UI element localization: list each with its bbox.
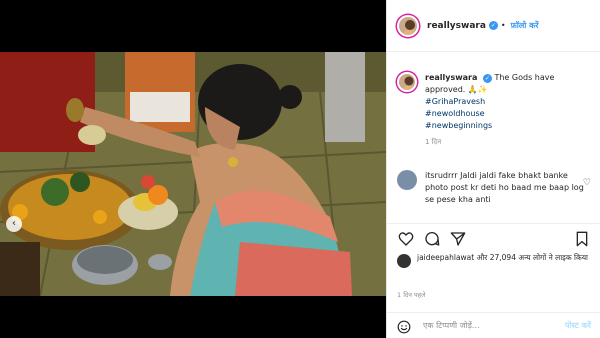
verified-badge-icon: ✓ bbox=[482, 74, 492, 83]
post-caption: reallyswara ✓ The Gods have approved. 🙏✨… bbox=[397, 72, 597, 148]
caption-username[interactable]: reallyswara bbox=[425, 73, 477, 82]
liker-avatar[interactable] bbox=[397, 254, 411, 268]
verified-badge-icon: ✓ bbox=[488, 21, 498, 30]
commenter-avatar[interactable] bbox=[397, 170, 417, 190]
emoji-icon[interactable] bbox=[397, 319, 411, 333]
hashtag-link[interactable]: #newoldhouse bbox=[425, 108, 597, 120]
chevron-left-icon[interactable]: ‹ bbox=[6, 216, 22, 232]
avatar[interactable] bbox=[397, 72, 417, 92]
comment-item: itsrudrrr Jaldi jaldi fake bhakt banke p… bbox=[397, 170, 597, 214]
dot-separator: • bbox=[500, 21, 506, 30]
username[interactable]: reallyswara bbox=[427, 21, 486, 31]
comment-icon[interactable] bbox=[423, 230, 441, 248]
add-comment-bar: एक टिप्पणी जोड़ें... पोस्ट करें bbox=[387, 312, 600, 338]
comment-input[interactable]: एक टिप्पणी जोड़ें... bbox=[423, 320, 565, 331]
comment-like-icon[interactable]: ♡ bbox=[583, 178, 591, 188]
post-header: reallyswara ✓ • फ़ॉलो करें bbox=[387, 0, 600, 52]
photo-illustration bbox=[0, 52, 386, 296]
share-icon[interactable] bbox=[449, 230, 467, 248]
comment-text: itsrudrrr Jaldi jaldi fake bhakt banke p… bbox=[425, 171, 584, 204]
caption-time: 1 दिन bbox=[425, 138, 442, 146]
likes-summary: jaideepahlawat और 27,094 अन्य लोगों ने ल… bbox=[397, 252, 597, 268]
caption-text: reallyswara ✓ The Gods have approved. 🙏✨… bbox=[425, 72, 597, 148]
posted-time: 1 दिन पहले bbox=[397, 291, 426, 299]
heart-icon[interactable] bbox=[397, 230, 415, 248]
avatar[interactable] bbox=[397, 14, 419, 37]
instagram-post-embed: ‹ reallyswara ✓ • फ़ॉलो करें reallyswara… bbox=[0, 0, 600, 338]
bookmark-icon[interactable] bbox=[573, 230, 591, 248]
follow-button[interactable]: फ़ॉलो करें bbox=[511, 20, 539, 31]
post-side-panel: reallyswara ✓ • फ़ॉलो करें reallyswara ✓… bbox=[386, 0, 600, 338]
likes-text[interactable]: jaideepahlawat और 27,094 अन्य लोगों ने ल… bbox=[417, 252, 588, 264]
hashtag-link[interactable]: #newbeginnings bbox=[425, 120, 597, 132]
hashtag-link[interactable]: #GrihaPravesh bbox=[425, 96, 597, 108]
post-actions bbox=[387, 223, 600, 254]
post-photo[interactable]: ‹ bbox=[0, 52, 386, 296]
post-comment-button[interactable]: पोस्ट करें bbox=[565, 320, 591, 331]
